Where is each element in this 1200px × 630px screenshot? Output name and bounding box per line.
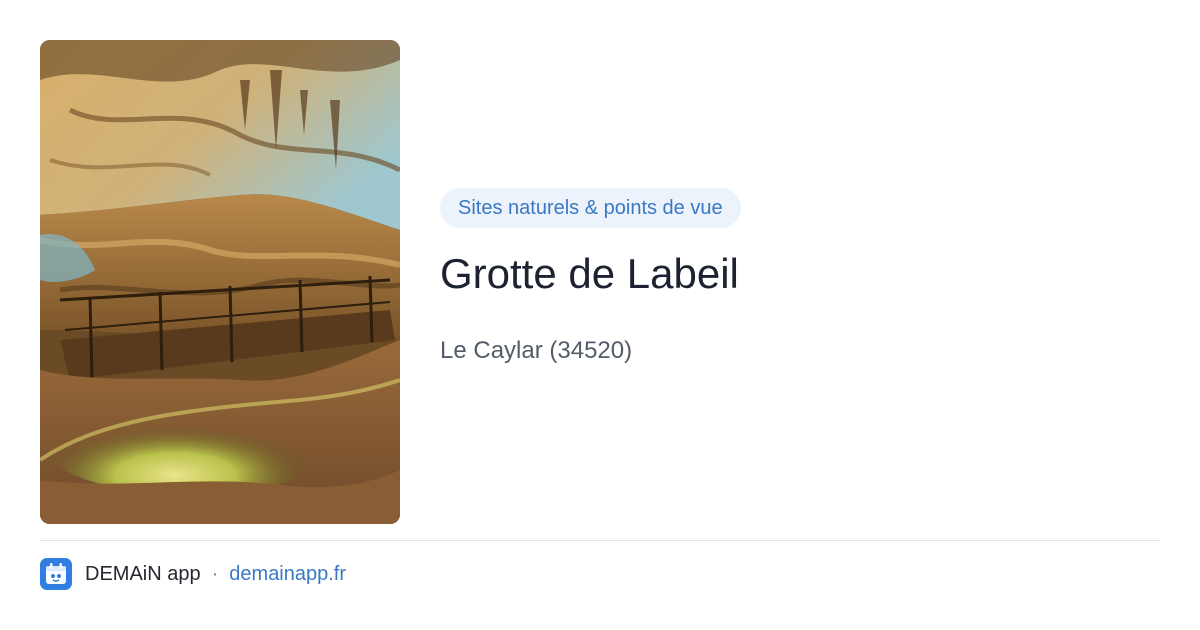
cave-photo-image bbox=[40, 40, 400, 524]
place-title: Grotte de Labeil bbox=[440, 250, 739, 297]
place-photo bbox=[40, 40, 400, 524]
place-location: Le Caylar (34520) bbox=[440, 337, 633, 364]
footer: DEMAiN app · demainapp.fr bbox=[40, 558, 346, 590]
place-info: Sites naturels & points de vue Grotte de… bbox=[440, 188, 1160, 366]
app-website-link[interactable]: demainapp.fr bbox=[229, 563, 346, 586]
calendar-mascot-icon bbox=[46, 563, 66, 584]
app-logo-icon[interactable] bbox=[40, 558, 72, 590]
footer-separator: · bbox=[211, 562, 219, 585]
footer-divider bbox=[40, 540, 1160, 541]
app-name: DEMAiN app bbox=[85, 562, 201, 585]
category-badge[interactable]: Sites naturels & points de vue bbox=[440, 188, 741, 228]
